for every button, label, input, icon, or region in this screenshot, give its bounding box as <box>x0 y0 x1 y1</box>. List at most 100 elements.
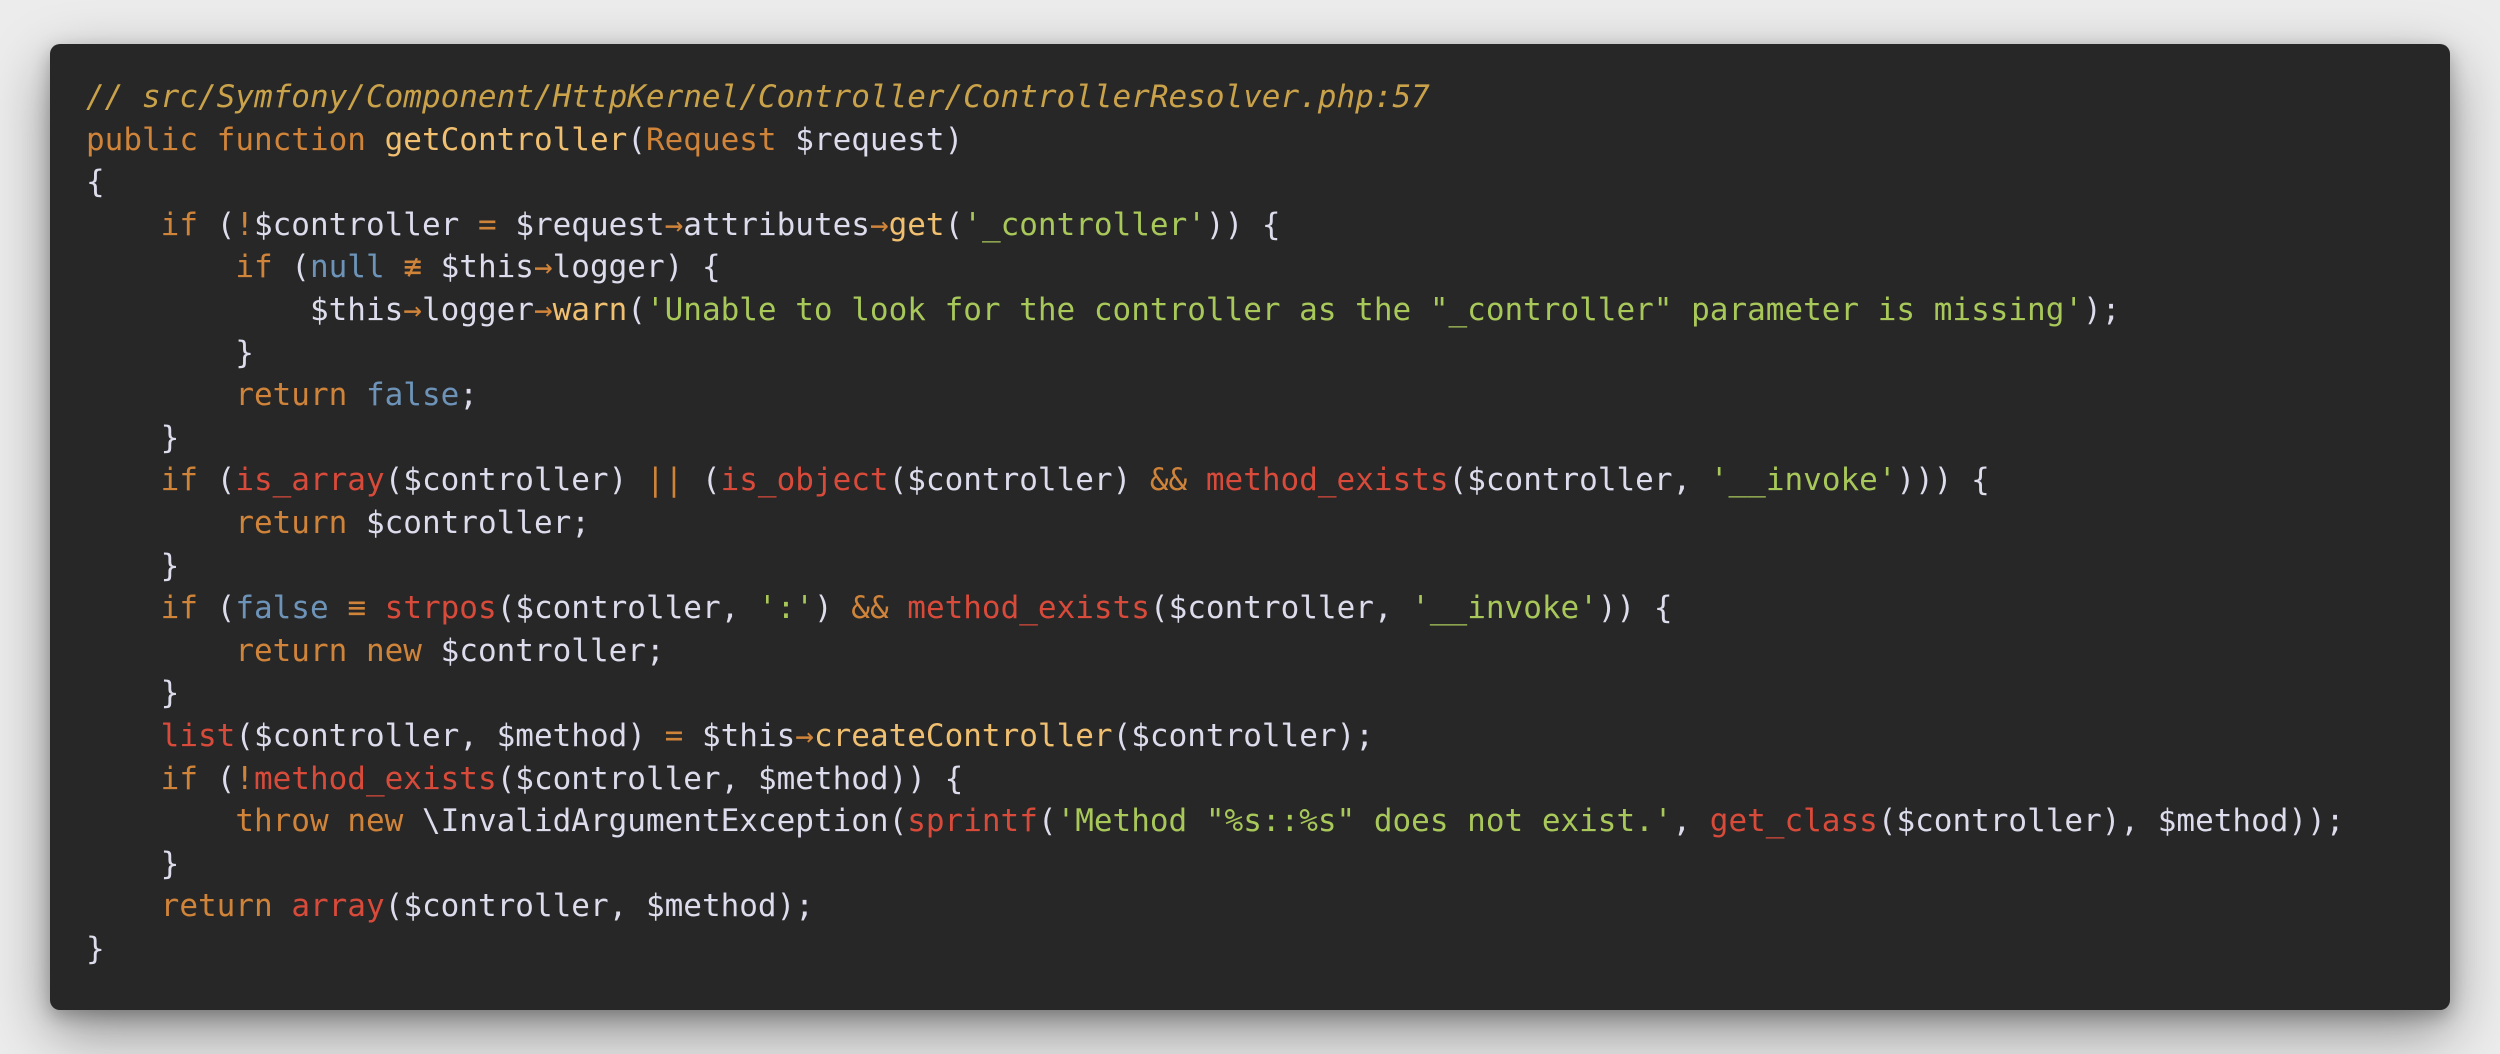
code-token-string: '_controller' <box>963 206 1206 243</box>
code-token-operator: = <box>477 206 497 243</box>
code-line: if (is_array($controller) || (is_object(… <box>86 459 2344 502</box>
code-token-variable: $request <box>795 121 945 158</box>
code-token-builtin: method_exists <box>253 760 497 797</box>
code-token-string: 'Unable to look for the controller as th… <box>645 291 2084 328</box>
code-token-keyword: Request <box>645 121 777 158</box>
code-line: $this→logger→warn('Unable to look for th… <box>86 289 2344 332</box>
code-token-plain: ( <box>683 462 721 499</box>
code-token-plain: ( <box>384 888 404 925</box>
code-token-plain: ) <box>813 590 852 627</box>
code-token-keyword: new <box>365 632 422 669</box>
code-token-plain: } <box>86 547 180 584</box>
code-token-builtin: is_array <box>235 462 385 499</box>
code-token-plain: ; <box>459 377 478 414</box>
code-token-comment: // src/Symfony/Component/HttpKernel/Cont… <box>86 79 1430 115</box>
code-token-plain: , <box>1373 590 1412 627</box>
code-token-plain: } <box>86 930 105 967</box>
code-token-variable: $controller <box>1168 590 1374 627</box>
code-token-keyword: return <box>235 504 348 541</box>
code-token-function: get <box>888 206 945 243</box>
code-token-builtin: method_exists <box>1205 462 1449 499</box>
code-token-operator: → <box>869 206 889 243</box>
code-token-variable: $controller <box>403 462 609 499</box>
code-token-plain: ))) { <box>1896 462 1990 499</box>
code-token-function: warn <box>552 291 628 328</box>
code-token-operator: && <box>1149 462 1188 499</box>
code-line: throw new \InvalidArgumentException(spri… <box>86 800 2344 843</box>
code-token-plain: ( <box>235 717 254 754</box>
code-token-variable: $controller <box>515 590 721 627</box>
code-token-operator: || <box>645 462 684 499</box>
code-line: } <box>86 843 2344 886</box>
code-token-variable: $controller <box>515 760 721 797</box>
code-line: } <box>86 928 2344 971</box>
code-line: if (!method_exists($controller, $method)… <box>86 758 2344 801</box>
code-token-keyword: throw <box>235 803 329 840</box>
code-line: } <box>86 332 2344 375</box>
code-token-plain: ( <box>627 291 646 328</box>
code-token-plain: ( <box>496 760 516 797</box>
code-token-keyword: if <box>160 590 198 627</box>
code-token-plain: ); <box>2083 291 2121 328</box>
code-token-string: ':' <box>757 590 814 627</box>
code-token-plain: ; <box>645 632 665 669</box>
code-line: } <box>86 417 2344 460</box>
code-token-operator: → <box>533 291 553 328</box>
code-block[interactable]: // src/Symfony/Component/HttpKernel/Cont… <box>86 76 2344 970</box>
code-token-plain: \InvalidArgumentException( <box>403 803 908 840</box>
code-token-variable: $method <box>757 760 889 797</box>
code-token-plain: ( <box>197 760 236 797</box>
code-token-plain: )) { <box>888 760 964 797</box>
code-token-plain: ( <box>1112 717 1132 754</box>
code-token-builtin: is_object <box>720 462 889 499</box>
code-token-variable: $controller <box>1467 462 1673 499</box>
code-token-variable: $this <box>309 291 404 328</box>
code-token-variable: $controller <box>1896 803 2102 840</box>
code-token-plain: attributes <box>683 206 870 243</box>
code-token-keyword: public <box>86 121 198 158</box>
code-token-plain: } <box>86 845 180 882</box>
code-token-variable: $this <box>440 249 534 286</box>
code-line: { <box>86 161 2344 204</box>
code-token-operator: → <box>664 206 684 243</box>
code-token-plain: , <box>459 717 497 754</box>
code-line: return $controller; <box>86 502 2344 545</box>
code-token-plain: ; <box>571 504 590 541</box>
code-token-plain: ( <box>1037 803 1057 840</box>
code-token-keyword: return <box>160 888 273 925</box>
code-token-plain: ( <box>496 590 516 627</box>
code-token-plain: } <box>86 675 180 712</box>
code-token-builtin: sprintf <box>907 803 1038 840</box>
code-line: list($controller, $method) = $this→creat… <box>86 715 2344 758</box>
code-token-plain: ( <box>197 590 236 627</box>
code-token-operator: && <box>851 590 889 627</box>
code-token-plain: ( <box>384 462 404 499</box>
code-token-variable: $controller <box>365 504 572 541</box>
code-token-plain: )) { <box>1205 206 1281 243</box>
code-token-keyword: return <box>235 632 348 669</box>
code-token-operator: ≢ <box>403 249 422 286</box>
code-token-keyword: if <box>160 206 198 243</box>
code-token-plain: ( <box>944 206 964 243</box>
code-token-string: '__invoke' <box>1709 462 1897 499</box>
code-token-variable: $controller <box>907 462 1113 499</box>
code-token-constant: false <box>235 590 329 627</box>
code-token-keyword: new <box>347 803 404 840</box>
code-line: } <box>86 545 2344 588</box>
code-token-plain: logger) { <box>552 249 721 286</box>
code-line: return new $controller; <box>86 630 2344 673</box>
